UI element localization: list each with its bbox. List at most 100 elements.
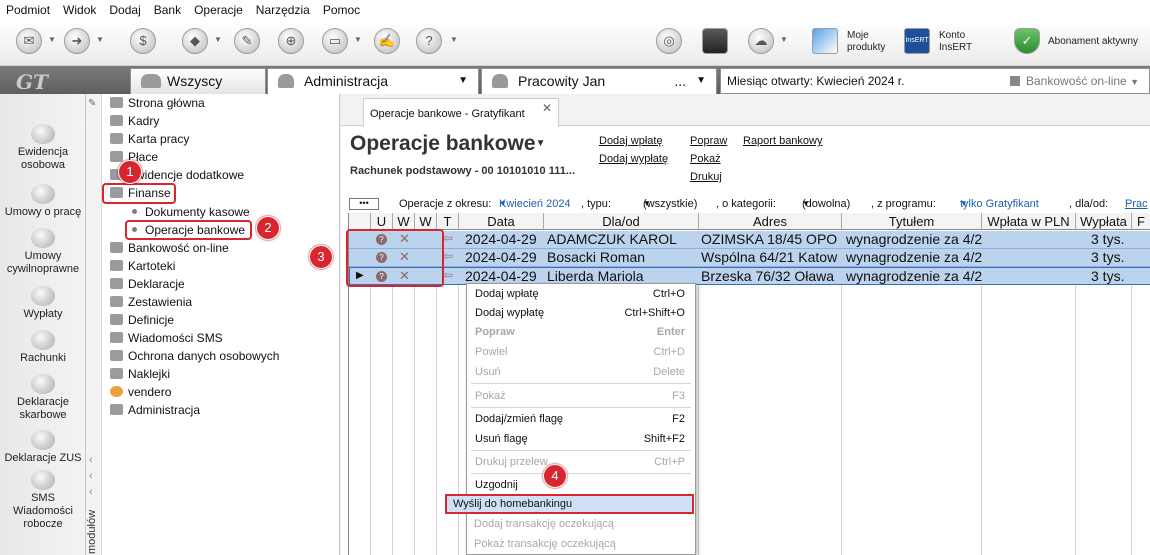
column-header-tytulem[interactable]: Tytułem <box>842 213 982 230</box>
ctx-wyslij-do-homebankingu[interactable]: Wyślij do homebankingu <box>445 494 694 514</box>
column-header-f[interactable]: F <box>1132 213 1150 230</box>
menu-operacje[interactable]: Operacje <box>194 3 243 17</box>
module-ewidencja-osobowa[interactable]: Ewidencja osobowa <box>0 124 86 172</box>
page-title[interactable]: Operacje bankowe▼ <box>350 132 545 156</box>
chevron-down-icon[interactable]: ▼ <box>48 35 56 44</box>
raport-bankowy-link[interactable]: Raport bankowy <box>743 135 823 147</box>
tree-wiadomosci-sms[interactable]: Wiadomości SMS <box>110 329 223 347</box>
forward-icon[interactable]: ➜ <box>64 28 90 54</box>
eraser-icon[interactable]: ◆ <box>182 28 208 54</box>
module-sms[interactable]: SMS Wiadomości robocze <box>0 470 86 531</box>
chevron-down-icon[interactable]: ▼ <box>354 35 362 44</box>
settings-icon[interactable]: ✎ <box>234 28 260 54</box>
ctx-powiel[interactable]: Powiel Ctrl+D <box>467 342 695 362</box>
column-header-wyplata[interactable]: Wypłata <box>1076 213 1132 230</box>
column-header-u[interactable]: U <box>371 213 393 230</box>
menu-bank[interactable]: Bank <box>154 3 181 17</box>
column-header-w2[interactable]: W <box>415 213 437 230</box>
menu-narzedzia[interactable]: Narzędzia <box>256 3 310 17</box>
signature-icon[interactable]: ✍ <box>374 28 400 54</box>
konto-insert-label[interactable]: Konto InsERT <box>939 30 972 54</box>
bank-online-button[interactable]: Bankowość on-line ▼ <box>1010 69 1139 94</box>
tab-administracja[interactable]: Administracja ▼ <box>267 68 479 94</box>
table-row[interactable]: ? ✕ ⇦ 2024-04-29 Bosacki Roman Wspólna 6… <box>349 249 1150 267</box>
moje-produkty-label[interactable]: Moje produkty <box>847 30 885 54</box>
ctx-pokaz-transakcje-oczekujaca[interactable]: Pokaż transakcję oczekującą <box>466 534 694 554</box>
column-header-data[interactable]: Data <box>459 213 544 230</box>
module-umowy-o-prace[interactable]: Umowy o pracę <box>0 184 86 219</box>
mail-icon[interactable]: ✉ <box>16 28 42 54</box>
chevron-down-icon[interactable]: ▼ <box>458 69 468 93</box>
column-header-dla-od[interactable]: Dla/od <box>544 213 699 230</box>
tree-naklejki[interactable]: Naklejki <box>110 365 170 383</box>
tree-zestawienia[interactable]: Zestawienia <box>110 293 192 311</box>
table-row[interactable]: ? ✕ ⇦ 2024-04-29 ADAMCZUK KAROL OZIMSKA … <box>349 231 1150 249</box>
menu-pomoc[interactable]: Pomoc <box>323 3 360 17</box>
module-umowy-cywilnoprawne[interactable]: Umowy cywilnoprawne <box>0 228 86 276</box>
ctx-uzgodnij[interactable]: Uzgodnij <box>467 475 695 495</box>
tab-wszyscy[interactable]: Wszyscy <box>130 68 266 94</box>
column-header-adres[interactable]: Adres <box>699 213 842 230</box>
globe-icon[interactable]: ◎ <box>656 28 682 54</box>
tree-deklaracje[interactable]: Deklaracje <box>110 275 185 293</box>
column-header-wplata[interactable]: Wpłata w PLN <box>982 213 1076 230</box>
ctx-pokaz[interactable]: Pokaż F3 <box>467 386 695 406</box>
pin-icon[interactable]: ✎ <box>88 98 96 109</box>
filter-dla-value[interactable]: Prac <box>1125 195 1148 213</box>
chevron-left-icon[interactable]: ‹ <box>89 454 93 466</box>
chevron-left-icon[interactable]: ‹ <box>89 470 93 482</box>
popraw-link[interactable]: Popraw <box>690 135 727 147</box>
box-icon[interactable] <box>702 28 728 54</box>
cloud-icon[interactable]: ☁ <box>748 28 774 54</box>
dodaj-wplate-link[interactable]: Dodaj wpłatę <box>599 135 663 147</box>
tab-operacje-bankowe[interactable]: Operacje bankowe - Gratyfikant ✕ <box>363 98 559 127</box>
tree-vendero[interactable]: vendero <box>110 383 171 401</box>
ctx-drukuj-przelew[interactable]: Drukuj przelew Ctrl+P <box>467 452 695 472</box>
tree-kartoteki[interactable]: Kartoteki <box>110 257 175 275</box>
shield-check-icon[interactable]: ✓ <box>1014 28 1040 54</box>
menu-podmiot[interactable]: Podmiot <box>6 3 50 17</box>
module-wyplaty[interactable]: Wypłaty <box>0 286 86 321</box>
pokaz-link[interactable]: Pokaż <box>690 153 721 165</box>
close-icon[interactable]: ✕ <box>542 93 552 123</box>
ctx-dodaj-flage[interactable]: Dodaj/zmień flagę F2 <box>467 409 695 429</box>
ctx-dodaj-wplate[interactable]: Dodaj wpłatę Ctrl+O <box>467 284 695 304</box>
ctx-usun-flage[interactable]: Usuń flagę Shift+F2 <box>467 429 695 449</box>
menu-dodaj[interactable]: Dodaj <box>109 3 140 17</box>
tree-karta-pracy[interactable]: Karta pracy <box>110 130 189 148</box>
dodaj-wyplate-link[interactable]: Dodaj wypłatę <box>599 153 668 165</box>
products-icon[interactable] <box>812 28 838 54</box>
tree-bankowosc-online[interactable]: Bankowość on-line <box>110 239 229 257</box>
money-icon[interactable]: $ <box>130 28 156 54</box>
insert-account-icon[interactable]: InsERT <box>904 28 930 54</box>
column-header-t[interactable]: T <box>437 213 459 230</box>
more-options-button[interactable]: ••• <box>349 198 379 210</box>
module-deklaracje-skarbowe[interactable]: Deklaracje skarbowe <box>0 374 86 422</box>
chevron-down-icon[interactable]: ▼ <box>214 35 222 44</box>
lifebuoy-icon[interactable]: ⊕ <box>278 28 304 54</box>
ctx-dodaj-wyplate[interactable]: Dodaj wypłatę Ctrl+Shift+O <box>467 303 695 323</box>
tree-strona-glowna[interactable]: Strona główna <box>110 94 205 112</box>
tree-ochrona-danych[interactable]: Ochrona danych osobowych <box>110 347 279 365</box>
ctx-popraw[interactable]: Popraw Enter <box>467 322 695 342</box>
tree-dokumenty-kasowe[interactable]: Dokumenty kasowe <box>132 203 250 221</box>
module-rachunki[interactable]: Rachunki <box>0 330 86 365</box>
help-icon[interactable]: ? <box>416 28 442 54</box>
chevron-down-icon[interactable]: ▼ <box>696 69 706 93</box>
drukuj-link[interactable]: Drukuj <box>690 171 722 183</box>
chevron-down-icon[interactable]: ▼ <box>780 35 788 44</box>
menu-widok[interactable]: Widok <box>63 3 96 17</box>
chevron-left-icon[interactable]: ‹ <box>89 486 93 498</box>
chevron-down-icon[interactable]: ▼ <box>450 35 458 44</box>
tree-definicje[interactable]: Definicje <box>110 311 174 329</box>
tree-kadry[interactable]: Kadry <box>110 112 159 130</box>
ctx-usun[interactable]: Usuń Delete <box>467 362 695 382</box>
account-selector[interactable]: Rachunek podstawowy - 00 10101010 111... <box>350 165 575 177</box>
tree-administracja[interactable]: Administracja <box>110 401 200 419</box>
abonament-label[interactable]: Abonament aktywny <box>1048 36 1138 48</box>
module-deklaracje-zus[interactable]: Deklaracje ZUS <box>0 430 86 465</box>
ctx-dodaj-transakcje-oczekujaca[interactable]: Dodaj transakcję oczekującą <box>466 514 694 534</box>
tab-pracownik-dots[interactable]: ... <box>674 69 686 93</box>
card-icon[interactable]: ▭ <box>322 28 348 54</box>
column-header-w1[interactable]: W <box>393 213 415 230</box>
